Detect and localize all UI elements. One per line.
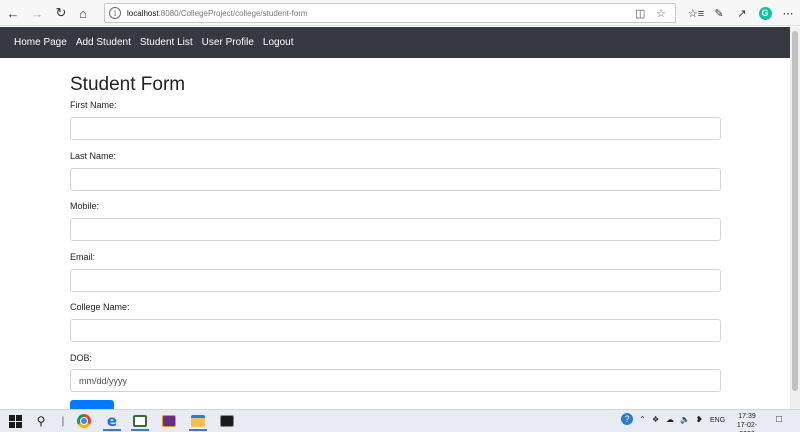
college-name-label: College Name:: [70, 302, 130, 312]
page-scrollbar[interactable]: [790, 27, 800, 409]
url-text: localhost:8080/CollegeProject/college/st…: [127, 9, 308, 18]
nav-add-student[interactable]: Add Student: [76, 37, 131, 48]
search-icon[interactable]: ⚲: [32, 412, 50, 430]
pen-icon[interactable]: ✎: [711, 5, 727, 21]
dob-field[interactable]: [70, 369, 721, 392]
nav-logout[interactable]: Logout: [263, 37, 294, 48]
clock-time: 17:39: [738, 413, 756, 420]
windows-taskbar: ⚲ ❘ e ? ⌃ ❖ ☁ 🔈 ❥ ENG 17:39 17-02-2020 □: [0, 409, 800, 432]
task-view-icon[interactable]: ❘: [54, 412, 72, 430]
dropbox-icon[interactable]: ❖: [652, 415, 659, 424]
email-label: Email:: [70, 252, 96, 262]
share-icon[interactable]: ↗: [734, 5, 750, 21]
favorite-star-icon[interactable]: ☆: [656, 7, 666, 20]
wifi-icon[interactable]: ❥: [696, 415, 703, 424]
college-name-field[interactable]: [70, 319, 721, 342]
address-bar[interactable]: i localhost:8080/CollegeProject/college/…: [104, 3, 676, 23]
scrollbar-thumb[interactable]: [792, 31, 798, 391]
reading-view-icon[interactable]: ◫: [635, 7, 645, 20]
first-name-label: First Name:: [70, 100, 117, 110]
refresh-icon[interactable]: ↻: [52, 4, 70, 22]
chevron-up-icon[interactable]: ⌃: [639, 415, 646, 424]
notification-icon[interactable]: □: [776, 414, 782, 425]
first-name-field[interactable]: [70, 117, 721, 140]
url-host: localhost: [127, 8, 159, 18]
file-explorer-icon[interactable]: [189, 412, 207, 431]
nav-user-profile[interactable]: User Profile: [202, 37, 254, 48]
edge-browser-icon[interactable]: e: [103, 412, 121, 431]
mobile-label: Mobile:: [70, 201, 100, 211]
help-icon[interactable]: ?: [621, 413, 633, 425]
more-icon[interactable]: ⋯: [780, 5, 796, 21]
grammarly-icon[interactable]: G: [757, 5, 773, 21]
notepad-app-icon[interactable]: [131, 412, 149, 431]
forward-icon[interactable]: →: [28, 4, 46, 22]
app-navbar: Home Page Add Student Student List User …: [0, 27, 790, 58]
favorites-list-icon[interactable]: ☆≡: [688, 5, 704, 21]
command-prompt-icon[interactable]: [218, 412, 236, 430]
mobile-field[interactable]: [70, 218, 721, 241]
back-icon[interactable]: ←: [4, 4, 22, 22]
last-name-label: Last Name:: [70, 151, 117, 161]
cloud-icon[interactable]: ☁: [666, 415, 674, 424]
dob-label: DOB:: [70, 353, 93, 363]
browser-toolbar: ← → ↻ ⌂ i localhost:8080/CollegeProject/…: [0, 0, 800, 26]
windows-start-icon[interactable]: [6, 412, 24, 430]
home-icon[interactable]: ⌂: [74, 4, 92, 22]
info-icon[interactable]: i: [109, 7, 121, 19]
volume-icon[interactable]: 🔈: [680, 415, 690, 424]
media-app-icon[interactable]: [160, 412, 178, 430]
url-path: :8080/CollegeProject/college/student-for…: [158, 8, 308, 18]
clock-date: 17-02-2020: [736, 422, 758, 432]
email-field[interactable]: [70, 269, 721, 292]
nav-student-list[interactable]: Student List: [140, 37, 193, 48]
nav-home-page[interactable]: Home Page: [14, 37, 67, 48]
last-name-field[interactable]: [70, 168, 721, 191]
chrome-icon[interactable]: [75, 412, 93, 430]
student-form: Student Form First Name: Last Name: Mobi…: [70, 58, 721, 418]
page-title: Student Form: [70, 74, 186, 95]
system-clock[interactable]: 17:39 17-02-2020: [730, 412, 764, 432]
language-indicator[interactable]: ENG: [710, 417, 725, 424]
